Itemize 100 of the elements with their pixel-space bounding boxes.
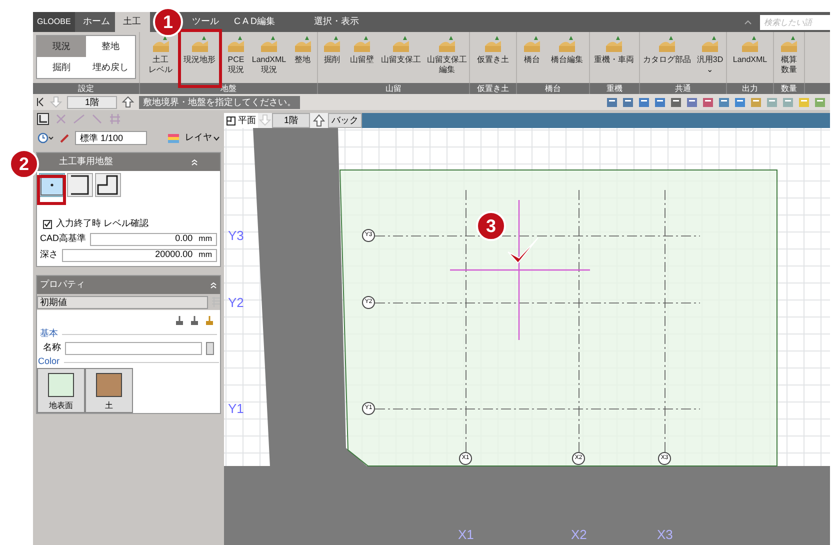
floor-field[interactable]: 1階 bbox=[272, 113, 310, 128]
hill-icon bbox=[484, 35, 502, 53]
number-field[interactable]: 0.00 mm bbox=[90, 232, 217, 246]
toolbar-icon[interactable] bbox=[654, 96, 666, 108]
toolbar-icon[interactable] bbox=[782, 96, 794, 108]
axis-label: Y3 bbox=[228, 229, 244, 242]
hill-icon bbox=[523, 35, 541, 53]
ribbon-tab[interactable]: ホーム bbox=[75, 12, 115, 32]
ribbon-button[interactable]: 橋台 bbox=[519, 34, 545, 65]
ribbon-button[interactable]: 山留壁 bbox=[346, 34, 378, 65]
floor-field[interactable]: 1階 bbox=[67, 96, 117, 108]
ribbon-button[interactable]: LandXML bbox=[729, 34, 771, 65]
toolbar-icon[interactable] bbox=[750, 96, 762, 108]
shape-button[interactable] bbox=[67, 173, 93, 197]
ribbon-button[interactable]: PCE 現況 bbox=[223, 34, 249, 75]
browse-button[interactable] bbox=[206, 342, 214, 354]
color-swatch-button[interactable]: 地表面 bbox=[37, 368, 85, 413]
toolbar-icon[interactable] bbox=[702, 96, 714, 108]
up-arrow-icon[interactable] bbox=[121, 96, 135, 108]
collapse-icon[interactable] bbox=[744, 19, 752, 25]
toolbar-icon[interactable] bbox=[814, 96, 826, 108]
property-tool-icon[interactable] bbox=[190, 316, 199, 325]
checkmark-icon bbox=[44, 220, 51, 228]
axis-label: Y2 bbox=[228, 296, 244, 309]
ribbon-button[interactable]: 土工 レベル bbox=[142, 34, 179, 75]
hill-icon bbox=[605, 35, 623, 53]
ribbon-tab[interactable]: 土工 bbox=[115, 12, 150, 32]
ribbon-button[interactable]: 橋台編集 bbox=[547, 34, 587, 65]
hill-icon bbox=[353, 35, 371, 53]
group-heading: 基本 bbox=[40, 327, 58, 340]
ribbon-button[interactable]: 仮置き土 bbox=[472, 34, 514, 65]
hill-icon bbox=[558, 35, 576, 53]
mode-button[interactable]: 現況 bbox=[37, 36, 86, 57]
collapse-panel-icon[interactable] bbox=[37, 97, 45, 107]
ribbon-tab[interactable]: ツール bbox=[184, 12, 226, 32]
ribbon-button[interactable]: カタログ部品 bbox=[642, 34, 692, 65]
toolbar-icon[interactable] bbox=[638, 96, 650, 108]
hill-icon bbox=[438, 35, 456, 53]
hill-icon bbox=[190, 35, 208, 53]
clock-dropdown-icon[interactable] bbox=[37, 132, 55, 144]
hill-icon bbox=[294, 35, 312, 53]
field-label: 深さ bbox=[40, 248, 58, 262]
shape-outline-icon bbox=[68, 174, 92, 196]
ribbon-tab[interactable]: C A D編集 bbox=[226, 12, 306, 32]
hill-icon bbox=[780, 35, 798, 53]
preset-dropdown[interactable]: 初期値 bbox=[37, 296, 208, 308]
toolbar-icon[interactable] bbox=[734, 96, 746, 108]
ribbon-button[interactable]: 山留支保工 編集 bbox=[424, 34, 470, 75]
ribbon-tab[interactable]: 選択・表示 bbox=[306, 12, 366, 32]
axis-label: X1 bbox=[458, 528, 474, 541]
shape-button[interactable] bbox=[95, 173, 121, 197]
ribbon-button[interactable]: 整地 bbox=[289, 34, 316, 65]
toolbar-icon[interactable] bbox=[622, 96, 634, 108]
caret-icon bbox=[213, 136, 220, 140]
back-button[interactable]: バック bbox=[328, 113, 362, 128]
axis-label: Y1 bbox=[228, 402, 244, 415]
hill-icon bbox=[260, 35, 278, 53]
property-tool-icon[interactable] bbox=[175, 316, 184, 325]
hill-icon bbox=[227, 35, 245, 53]
layers-icon bbox=[167, 132, 181, 144]
shape-outline-icon bbox=[40, 174, 64, 196]
toolbar-icon[interactable] bbox=[686, 96, 698, 108]
checkbox-label: 入力終了時 レベル確認 bbox=[56, 217, 149, 230]
panel-title: プロパティ bbox=[40, 278, 85, 292]
ribbon-button[interactable]: 汎用3D ⌄ bbox=[694, 34, 726, 75]
callout-number: 2 bbox=[9, 149, 39, 179]
view-tab[interactable]: 平面 bbox=[224, 113, 258, 128]
hill-icon bbox=[701, 35, 719, 53]
scale-dropdown[interactable]: 標準 1/100 bbox=[75, 131, 147, 145]
number-field[interactable]: 20000.00 mm bbox=[62, 248, 217, 262]
section-title: 土工事用地盤 bbox=[59, 155, 113, 168]
property-tool-icon[interactable] bbox=[205, 316, 214, 325]
hill-icon bbox=[658, 35, 676, 53]
name-field[interactable] bbox=[65, 342, 202, 354]
ribbon-button[interactable]: 現況地形 bbox=[181, 34, 218, 65]
toolbar-icon[interactable] bbox=[718, 96, 730, 108]
up-arrow-icon[interactable] bbox=[310, 113, 328, 128]
pen-icon bbox=[59, 132, 71, 144]
layer-button[interactable]: レイヤ bbox=[185, 131, 220, 145]
hill-icon bbox=[392, 35, 410, 53]
toolbar-icon[interactable] bbox=[670, 96, 682, 108]
group-heading: Color bbox=[38, 355, 60, 368]
highlight-frame bbox=[178, 29, 222, 88]
ribbon-button[interactable]: LandXML 現況 bbox=[251, 34, 287, 75]
toolbar-icon[interactable] bbox=[606, 96, 618, 108]
axis-label: X2 bbox=[571, 528, 587, 541]
ribbon-button[interactable]: 重機・車両 bbox=[592, 34, 636, 65]
color-swatch-button[interactable]: 土 bbox=[85, 368, 133, 413]
search-field[interactable]: 検索したい語 bbox=[760, 14, 830, 30]
toolbar-icon[interactable] bbox=[766, 96, 778, 108]
axis-label: X3 bbox=[657, 528, 673, 541]
ribbon-button[interactable]: 山留支保工 bbox=[380, 34, 422, 65]
hill-icon bbox=[741, 35, 759, 53]
ribbon-button[interactable]: 掘削 bbox=[320, 34, 344, 65]
app-logo: GLOOBE bbox=[33, 12, 75, 32]
checkbox[interactable] bbox=[43, 220, 52, 228]
highlight-frame bbox=[37, 175, 66, 205]
hill-icon bbox=[323, 35, 341, 53]
ribbon-button[interactable]: 概算 数量 bbox=[776, 34, 802, 75]
corner-tool-icon[interactable] bbox=[37, 113, 49, 125]
